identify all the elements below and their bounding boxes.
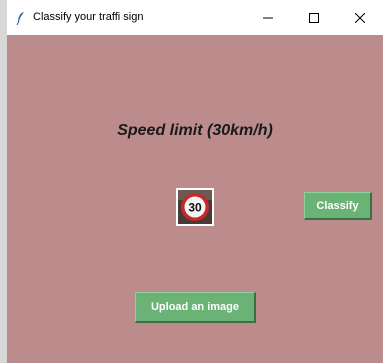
maximize-icon — [309, 12, 319, 23]
upload-image-button[interactable]: Upload an image — [135, 292, 256, 323]
maximize-button[interactable] — [291, 0, 337, 35]
main-area: Speed limit (30km/h) 30 Classify Upload … — [7, 35, 383, 363]
title-bar: Classify your traffi sign — [7, 0, 383, 35]
minimize-icon — [263, 17, 273, 18]
close-icon — [355, 12, 365, 23]
classify-button[interactable]: Classify — [304, 192, 372, 220]
classification-result: Speed limit (30km/h) — [117, 122, 273, 139]
speed-limit-30-sign: 30 — [178, 190, 212, 224]
sign-number: 30 — [188, 201, 202, 215]
close-button[interactable] — [337, 0, 383, 35]
window-title: Classify your traffi sign — [33, 11, 144, 23]
sign-image-frame: 30 — [176, 188, 214, 226]
feather-icon — [16, 12, 24, 25]
minimize-button[interactable] — [245, 0, 291, 35]
app-window: Classify your traffi sign Speed limit (3… — [7, 0, 383, 363]
